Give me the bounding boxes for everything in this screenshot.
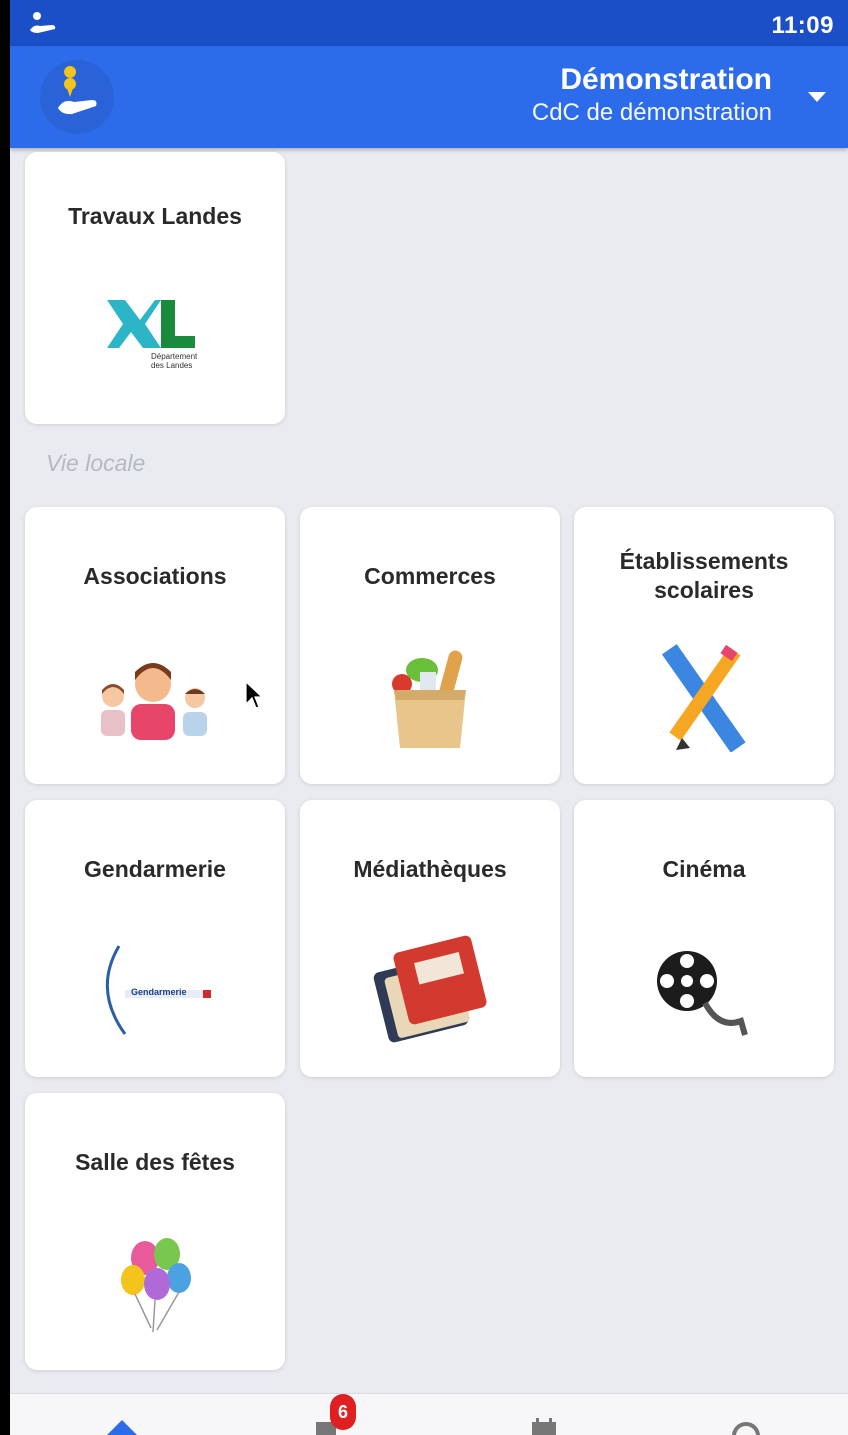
grocery-bag-icon bbox=[380, 642, 480, 752]
app-title: Démonstration bbox=[560, 63, 772, 96]
card-label: Gendarmerie bbox=[84, 856, 226, 882]
hand-pin-logo[interactable] bbox=[40, 60, 114, 134]
card-label: Travaux Landes bbox=[68, 203, 242, 229]
calendar-icon[interactable] bbox=[524, 1412, 564, 1435]
workspace-selector[interactable]: Démonstration CdC de démonstration bbox=[532, 62, 772, 128]
card-label: Associations bbox=[83, 563, 227, 589]
app-subtitle: CdC de démonstration bbox=[531, 99, 772, 126]
card-salle-des-fetes[interactable]: Salle des fêtes bbox=[25, 1093, 285, 1370]
notification-badge: 6 bbox=[330, 1394, 356, 1430]
logo-caption: Département des Landes bbox=[151, 352, 198, 370]
app-bar: Démonstration CdC de démonstration bbox=[10, 46, 848, 148]
card-travaux-landes[interactable]: Travaux Landes Département des Landes bbox=[25, 152, 285, 424]
hand-icon bbox=[30, 12, 56, 33]
clock: 11:09 bbox=[771, 12, 834, 39]
card-etablissements-scolaires[interactable]: Établissements scolaires bbox=[574, 507, 834, 784]
gendarmerie-logo: Gendarmerie bbox=[95, 940, 215, 1040]
mouse-cursor-icon bbox=[245, 680, 264, 709]
balloons-icon bbox=[105, 1228, 205, 1338]
film-reel-icon bbox=[649, 945, 759, 1045]
card-mediatheques[interactable]: Médiathèques bbox=[300, 800, 560, 1077]
home-icon[interactable] bbox=[102, 1412, 142, 1435]
settings-icon[interactable] bbox=[726, 1412, 766, 1435]
card-commerces[interactable]: Commerces bbox=[300, 507, 560, 784]
card-label: Établissements scolaires bbox=[619, 548, 789, 603]
ruler-pencil-icon bbox=[654, 642, 754, 753]
card-label: Commerces bbox=[364, 563, 496, 589]
caret-down-icon[interactable] bbox=[808, 92, 826, 102]
card-gendarmerie[interactable]: Gendarmerie Gendarmerie bbox=[25, 800, 285, 1077]
logo-caption: Gendarmerie bbox=[131, 987, 187, 997]
bottom-nav bbox=[10, 1393, 848, 1435]
card-label: Salle des fêtes bbox=[75, 1149, 235, 1175]
section-title-vie-locale: Vie locale bbox=[46, 450, 146, 476]
card-associations[interactable]: Associations bbox=[25, 507, 285, 784]
status-bar: 11:09 bbox=[10, 0, 848, 46]
app-screen: 11:09 Démonstration CdC de démonstration… bbox=[10, 0, 848, 1435]
card-cinema[interactable]: Cinéma bbox=[574, 800, 834, 1077]
books-icon bbox=[370, 935, 490, 1045]
people-icon bbox=[95, 652, 215, 742]
card-label: Cinéma bbox=[662, 856, 746, 882]
xl-departement-landes-logo: Département des Landes bbox=[95, 292, 215, 382]
card-label: Médiathèques bbox=[353, 856, 507, 882]
